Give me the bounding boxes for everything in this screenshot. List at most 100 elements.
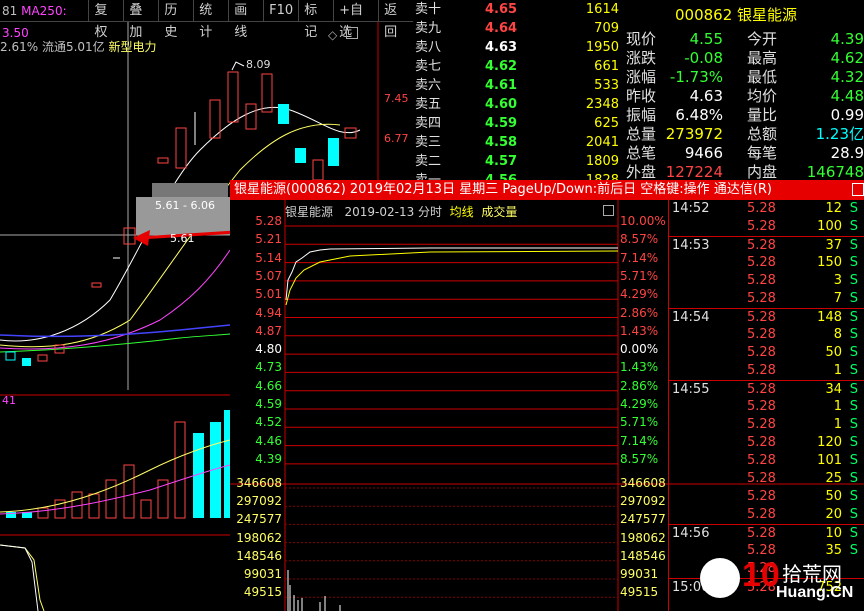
tick-flag: S xyxy=(849,526,858,541)
quote-row: 现价 4.55 今开 4.39 xyxy=(623,30,864,49)
add-watchlist-button[interactable]: +自选 xyxy=(333,0,378,40)
mark-button[interactable]: 标记 xyxy=(298,0,333,40)
quote-value: 4.39 xyxy=(830,30,864,48)
quote-value: -1.73% xyxy=(669,68,723,86)
tick-flag: S xyxy=(849,273,858,288)
quote-title: 000862 银星能源 xyxy=(675,6,798,24)
quote-row: 振幅 6.48% 量比 0.99 xyxy=(623,106,864,125)
close-icon[interactable] xyxy=(852,183,864,196)
order-book-row[interactable]: 卖六 4.61 533 xyxy=(413,76,623,95)
tick-row[interactable]: 14:52 5.28 12 S xyxy=(669,200,864,218)
order-level-label: 卖五 xyxy=(415,97,442,112)
volume-axis-label: 247577 xyxy=(236,512,282,527)
wechat-logo-icon xyxy=(700,558,740,598)
tick-row[interactable]: 14:54 5.28 148 S xyxy=(669,308,864,326)
quote-value: 273972 xyxy=(665,125,723,143)
tick-volume: 50 xyxy=(825,489,842,504)
price-axis-label: 4.52 xyxy=(255,415,282,430)
order-price: 4.62 xyxy=(485,59,518,74)
order-book-row[interactable]: 卖四 4.59 625 xyxy=(413,114,623,133)
tick-time: 14:52 xyxy=(672,201,710,216)
tick-row[interactable]: 5.28 1 S xyxy=(669,416,864,434)
brand-site: Huang.CN xyxy=(776,584,854,601)
price-axis-label: 4.66 xyxy=(255,378,282,393)
tick-price: 5.28 xyxy=(747,219,776,234)
tick-volume: 150 xyxy=(817,255,842,270)
order-volume: 709 xyxy=(594,21,619,36)
pct-axis-label: 7.14% xyxy=(620,433,659,448)
quote-value: 4.32 xyxy=(830,68,864,86)
order-book-row[interactable]: 卖八 4.63 1950 xyxy=(413,38,623,57)
statistics-button[interactable]: 统计 xyxy=(193,0,228,40)
overlay-button[interactable]: 叠加 xyxy=(123,0,158,40)
volume-axis-label-right: 198062 xyxy=(620,530,666,545)
popup-title-bar[interactable]: 银星能源(000862) 2019年02月13日 星期三 PageUp/Down… xyxy=(230,180,864,200)
back-button[interactable]: 返回 xyxy=(378,0,413,40)
tick-volume: 10 xyxy=(825,526,842,541)
tick-row[interactable]: 5.28 1 S xyxy=(669,398,864,416)
history-button[interactable]: 历史 xyxy=(158,0,193,40)
tick-row[interactable]: 5.28 100 S xyxy=(669,218,864,236)
order-volume: 1809 xyxy=(585,154,619,169)
quote-label: 涨幅 xyxy=(626,68,657,86)
tick-time: 14:53 xyxy=(672,238,710,253)
quote-value: 4.62 xyxy=(830,49,864,67)
tick-row[interactable]: 5.28 1 S xyxy=(669,362,864,380)
order-level-label: 卖九 xyxy=(415,21,442,36)
quote-row: 总笔 9466 每笔 28.9 xyxy=(623,144,864,163)
f10-button[interactable]: F10 xyxy=(263,0,298,21)
tick-time: 14:55 xyxy=(672,382,710,397)
order-book-row[interactable]: 卖二 4.57 1809 xyxy=(413,152,623,171)
tick-row[interactable]: 5.28 20 S xyxy=(669,506,864,524)
tick-row[interactable]: 5.28 3 S xyxy=(669,272,864,290)
tick-volume: 20 xyxy=(825,507,842,522)
maximize-icon[interactable] xyxy=(346,27,358,39)
tick-price: 5.28 xyxy=(747,345,776,360)
quote-label: 总量 xyxy=(626,125,657,143)
order-book-row[interactable]: 卖七 4.62 661 xyxy=(413,57,623,76)
concept-tag[interactable]: 新型电力 xyxy=(109,40,157,54)
order-volume: 661 xyxy=(594,59,619,74)
intraday-avg-line xyxy=(285,250,619,306)
tick-price: 5.28 xyxy=(747,255,776,270)
order-book-row[interactable]: 卖十 4.65 1614 xyxy=(413,0,623,19)
tick-row[interactable]: 5.28 50 S xyxy=(669,344,864,362)
order-book-row[interactable]: 卖三 4.58 2041 xyxy=(413,133,623,152)
price-axis-label: 4.39 xyxy=(255,451,282,466)
tick-row[interactable]: 5.28 101 S xyxy=(669,452,864,470)
quote-label: 现价 xyxy=(626,30,657,48)
diamond-icon[interactable]: ◇ xyxy=(328,28,337,42)
quote-label: 最高 xyxy=(747,49,778,67)
pct-axis-label: 4.29% xyxy=(620,287,659,302)
tick-flag: S xyxy=(849,435,858,450)
tick-row[interactable]: 5.28 50 S xyxy=(669,488,864,506)
order-book-row[interactable]: 卖五 4.60 2348 xyxy=(413,95,623,114)
price-axis-label: 5.21 xyxy=(255,232,282,247)
quote-value: 6.48% xyxy=(675,106,723,124)
tick-row[interactable]: 14:55 5.28 34 S xyxy=(669,380,864,398)
restore-rights-button[interactable]: 复权 xyxy=(88,0,123,40)
tick-row[interactable]: 5.28 150 S xyxy=(669,254,864,272)
float-cap: 流通5.01亿 xyxy=(41,40,105,54)
tick-list[interactable]: 14:52 5.28 12 S 5.28 100 S 14:53 5.28 37 … xyxy=(668,200,864,611)
tick-row[interactable]: 5.28 7 S xyxy=(669,290,864,308)
tick-row[interactable]: 5.28 120 S xyxy=(669,434,864,452)
tick-row[interactable]: 5.28 25 S xyxy=(669,470,864,488)
tick-flag: S xyxy=(849,453,858,468)
tick-row[interactable]: 14:53 5.28 37 S xyxy=(669,236,864,254)
order-book-row[interactable]: 卖九 4.64 709 xyxy=(413,19,623,38)
tick-row[interactable]: 5.28 8 S xyxy=(669,326,864,344)
kline-high-label: 8.09 xyxy=(246,58,271,71)
tick-row[interactable]: 14:56 5.28 10 S xyxy=(669,524,864,542)
pct-axis-label: 1.43% xyxy=(620,360,659,375)
volume-axis-label: 148546 xyxy=(236,548,282,563)
quote-panel: 000862 银星能源 现价 4.55 今开 4.39 涨跌 -0.08 最高 4… xyxy=(623,0,864,185)
pct-axis-label: 2.86% xyxy=(620,305,659,320)
volume-axis-label-right: 346608 xyxy=(620,476,666,490)
tick-flag: S xyxy=(849,399,858,414)
tick-price: 5.28 xyxy=(747,417,776,432)
price-axis-label: 5.07 xyxy=(255,268,282,283)
tick-price: 5.28 xyxy=(747,310,776,325)
tick-flag: S xyxy=(849,238,858,253)
drawing-button[interactable]: 画线 xyxy=(228,0,263,40)
